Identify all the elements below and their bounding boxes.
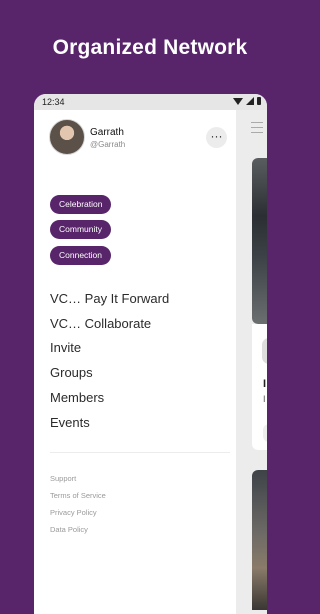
feed-card-button[interactable] — [263, 424, 267, 442]
status-time: 12:34 — [42, 97, 65, 107]
menu-item-events[interactable]: Events — [50, 415, 90, 430]
avatar[interactable] — [49, 119, 85, 155]
drawer-divider — [50, 452, 230, 453]
status-bar: 12:34 — [34, 94, 267, 110]
navigation-drawer: Garrath @Garrath ··· Celebration Communi… — [34, 110, 236, 614]
user-handle: @Garrath — [90, 140, 126, 149]
chip-celebration[interactable]: Celebration — [50, 195, 112, 214]
menu-item-vc-pay-it-forward[interactable]: VC… Pay It Forward — [50, 291, 169, 306]
promo-headline: Organized Network — [52, 36, 248, 59]
footer-link-data-policy[interactable]: Data Policy — [50, 525, 88, 534]
hamburger-icon[interactable] — [251, 122, 263, 133]
footer-link-support[interactable]: Support — [50, 474, 76, 483]
feed-card-image-2[interactable] — [252, 470, 267, 610]
status-icons — [233, 97, 261, 105]
feed-card-body: I I — [252, 324, 267, 450]
menu-item-invite[interactable]: Invite — [50, 340, 81, 355]
background-feed: I I — [236, 110, 267, 614]
feed-card-image[interactable] — [252, 158, 267, 324]
feed-card-subtitle: I — [263, 394, 266, 404]
menu-item-groups[interactable]: Groups — [50, 365, 93, 380]
wifi-icon — [233, 97, 243, 105]
footer-link-terms[interactable]: Terms of Service — [50, 491, 106, 500]
menu-item-members[interactable]: Members — [50, 390, 104, 405]
feed-card-title: I — [263, 378, 267, 390]
signal-icon — [246, 97, 254, 105]
user-name: Garrath — [90, 127, 124, 138]
chip-community[interactable]: Community — [50, 220, 111, 239]
phone-frame: 12:34 I I Garrath @Garrath ··· Celebrati… — [34, 94, 267, 614]
footer-link-privacy[interactable]: Privacy Policy — [50, 508, 97, 517]
battery-icon — [257, 97, 261, 105]
chip-connection[interactable]: Connection — [50, 246, 112, 265]
more-options-button[interactable]: ··· — [206, 127, 227, 148]
feed-card-avatar — [262, 338, 267, 364]
menu-item-vc-collaborate[interactable]: VC… Collaborate — [50, 316, 151, 331]
